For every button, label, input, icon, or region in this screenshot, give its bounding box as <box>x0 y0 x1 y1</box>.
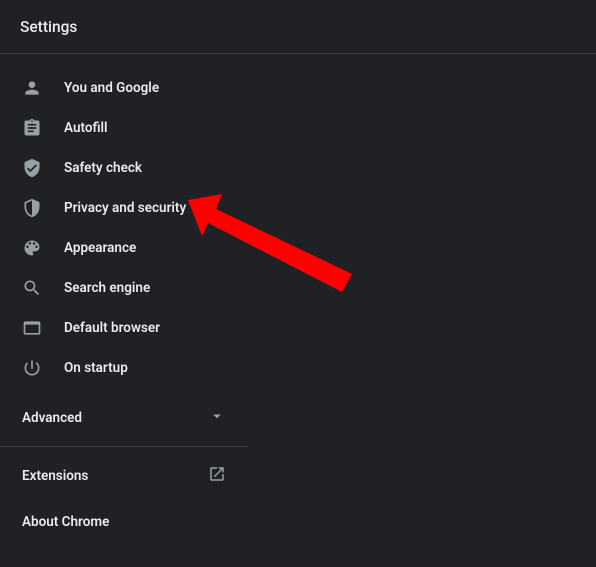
sidebar-item-label: Privacy and security <box>64 200 186 216</box>
sidebar-item-you-and-google[interactable]: You and Google <box>0 68 248 108</box>
advanced-label: Advanced <box>22 410 82 426</box>
clipboard-icon <box>22 118 42 138</box>
power-icon <box>22 358 42 378</box>
palette-icon <box>22 238 42 258</box>
person-icon <box>22 78 42 98</box>
browser-window-icon <box>22 318 42 338</box>
about-chrome-label: About Chrome <box>22 514 109 530</box>
sidebar-item-label: You and Google <box>64 80 159 96</box>
shield-check-icon <box>22 158 42 178</box>
sidebar-item-label: Default browser <box>64 320 160 336</box>
shield-icon <box>22 198 42 218</box>
sidebar-item-search-engine[interactable]: Search engine <box>0 268 248 308</box>
sidebar-item-about-chrome[interactable]: About Chrome <box>0 499 248 545</box>
open-in-new-icon <box>208 465 226 487</box>
settings-header: Settings <box>0 0 596 54</box>
sidebar-item-extensions[interactable]: Extensions <box>0 453 248 499</box>
sidebar-item-label: Safety check <box>64 160 142 176</box>
sidebar-item-advanced[interactable]: Advanced <box>0 394 248 442</box>
sidebar-divider <box>0 446 248 447</box>
sidebar-item-label: On startup <box>64 360 128 376</box>
sidebar-item-label: Appearance <box>64 240 136 256</box>
page-title: Settings <box>20 18 77 36</box>
chevron-down-icon <box>208 407 226 429</box>
sidebar-item-privacy-security[interactable]: Privacy and security <box>0 188 248 228</box>
sidebar-item-label: Autofill <box>64 120 108 136</box>
settings-sidebar: You and Google Autofill Safety check Pri… <box>0 54 248 545</box>
sidebar-item-label: Search engine <box>64 280 150 296</box>
sidebar-item-autofill[interactable]: Autofill <box>0 108 248 148</box>
extensions-label: Extensions <box>22 468 88 484</box>
sidebar-item-default-browser[interactable]: Default browser <box>0 308 248 348</box>
sidebar-item-safety-check[interactable]: Safety check <box>0 148 248 188</box>
search-icon <box>22 278 42 298</box>
sidebar-item-on-startup[interactable]: On startup <box>0 348 248 388</box>
sidebar-item-appearance[interactable]: Appearance <box>0 228 248 268</box>
